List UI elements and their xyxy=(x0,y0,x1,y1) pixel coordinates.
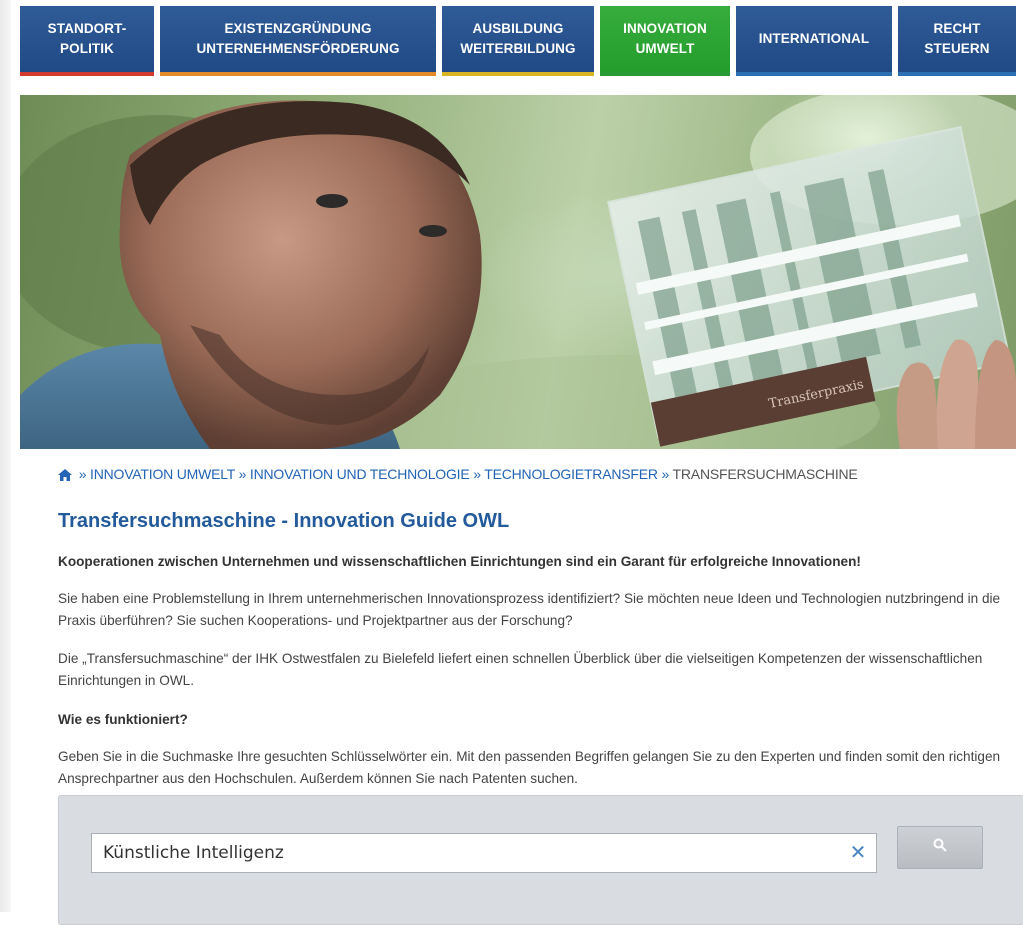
search-icon xyxy=(933,838,947,857)
nav-tab-line1: EXISTENZGRÜNDUNG xyxy=(224,21,372,36)
instructions-paragraph: Geben Sie in die Suchmaske Ihre gesuchte… xyxy=(58,749,1001,786)
search-input[interactable] xyxy=(91,833,877,873)
lead-paragraph: Kooperationen zwischen Unternehmen und w… xyxy=(58,554,861,569)
breadcrumb-separator: » xyxy=(661,466,670,482)
hero-illustration: Transferpraxis xyxy=(20,95,1016,449)
nav-tab-innovation-umwelt[interactable]: INNOVATION UMWELT xyxy=(600,6,730,76)
breadcrumb-link-technologietransfer[interactable]: TECHNOLOGIETRANSFER xyxy=(484,466,658,482)
nav-tab-line2: UNTERNEHMENSFÖRDERUNG xyxy=(196,41,400,56)
nav-tab-line1: AUSBILDUNG xyxy=(472,21,564,36)
breadcrumb-link-innovation-umwelt[interactable]: INNOVATION UMWELT xyxy=(90,466,235,482)
hero-image: Transferpraxis xyxy=(20,95,1016,449)
nav-tab-line2: WEITERBILDUNG xyxy=(460,41,576,56)
nav-tab-line2: POLITIK xyxy=(60,41,114,56)
nav-tab-existenzgruendung[interactable]: EXISTENZGRÜNDUNG UNTERNEHMENSFÖRDERUNG xyxy=(160,6,436,76)
home-icon[interactable] xyxy=(58,468,72,484)
intro-paragraph: Sie haben eine Problemstellung in Ihrem … xyxy=(58,591,1001,628)
breadcrumb: » INNOVATION UMWELT » INNOVATION UND TEC… xyxy=(58,466,858,484)
search-panel: ✕ xyxy=(58,795,1023,925)
nav-tab-recht-steuern[interactable]: RECHT STEUERN xyxy=(898,6,1016,76)
nav-tab-color-bar xyxy=(20,72,154,76)
breadcrumb-separator: » xyxy=(238,466,247,482)
nav-tab-color-bar xyxy=(736,72,892,76)
breadcrumb-current: TRANSFERSUCHMASCHINE xyxy=(672,466,858,482)
how-it-works-heading: Wie es funktioniert? xyxy=(58,712,188,727)
nav-tab-ausbildung[interactable]: AUSBILDUNG WEITERBILDUNG xyxy=(442,6,594,76)
breadcrumb-separator: » xyxy=(473,466,481,482)
nav-tab-color-bar xyxy=(442,72,594,76)
main-navigation: STANDORT- POLITIK EXISTENZGRÜNDUNG UNTER… xyxy=(20,6,1016,78)
nav-tab-line1: STANDORT- xyxy=(47,21,127,36)
nav-tab-international[interactable]: INTERNATIONAL xyxy=(736,6,892,76)
close-icon[interactable]: ✕ xyxy=(845,840,871,866)
nav-tab-line1: INTERNATIONAL xyxy=(758,31,870,46)
nav-tab-line2: STEUERN xyxy=(924,41,990,56)
nav-tab-line1: RECHT xyxy=(933,21,981,36)
breadcrumb-link-innovation-technologie[interactable]: INNOVATION UND TECHNOLOGIE xyxy=(250,466,470,482)
nav-tab-color-bar xyxy=(898,72,1016,76)
page-left-edge xyxy=(0,0,11,912)
description-paragraph: Die „Transfersuchmaschine“ der IHK Ostwe… xyxy=(58,651,983,688)
nav-tab-line2: UMWELT xyxy=(635,41,695,56)
page-title: Transfersuchmaschine - Innovation Guide … xyxy=(58,510,510,532)
nav-tab-color-bar xyxy=(600,72,730,76)
nav-tab-color-bar xyxy=(160,72,436,76)
nav-tab-line1: INNOVATION xyxy=(623,21,707,36)
nav-tab-standortpolitik[interactable]: STANDORT- POLITIK xyxy=(20,6,154,76)
breadcrumb-separator: » xyxy=(78,466,87,482)
search-button[interactable] xyxy=(897,826,983,869)
page: STANDORT- POLITIK EXISTENZGRÜNDUNG UNTER… xyxy=(20,0,1023,925)
